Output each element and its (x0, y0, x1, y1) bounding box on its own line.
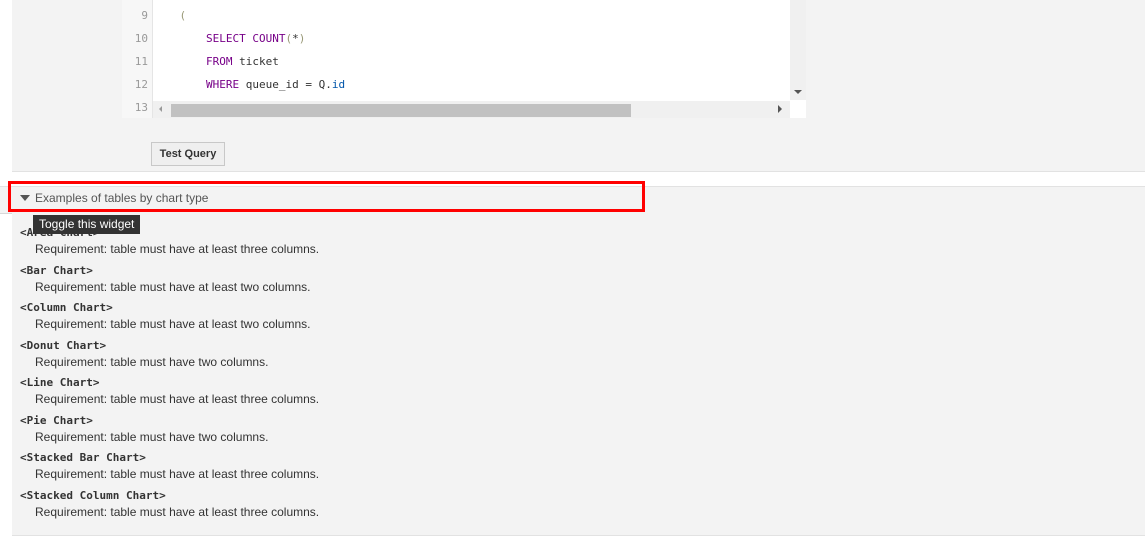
code-line: FROM ticket (153, 55, 279, 68)
chart-type-name: <Stacked Bar Chart> (20, 451, 146, 464)
line-number: 12 (134, 78, 148, 91)
chart-type-name: <Column Chart> (20, 301, 113, 314)
chart-type-requirement: Requirement: table must have at least th… (35, 392, 320, 406)
sql-code-editor[interactable]: 9 10 11 12 13 ( SELECT COUNT(*) FROM ticket … (122, 0, 806, 118)
code-token: ) (298, 32, 306, 45)
scroll-left-arrow-icon[interactable] (159, 106, 162, 112)
line-number: 10 (134, 32, 148, 45)
highlight-box (8, 181, 645, 212)
line-number: 13 (134, 101, 148, 114)
chart-type-entry: <Stacked Column Chart> Requirement: table… (20, 488, 319, 520)
tooltip: Toggle this widget (33, 215, 141, 234)
code-token: FROM (205, 55, 233, 68)
horizontal-scrollbar[interactable] (153, 101, 790, 118)
vertical-scrollbar[interactable] (790, 0, 806, 100)
code-token: ( (179, 9, 187, 22)
chart-type-name: <Line Chart> (20, 376, 100, 389)
scroll-right-arrow-icon[interactable] (778, 105, 782, 113)
chart-type-name: <Pie Chart> (20, 413, 93, 427)
code-token: WHERE (205, 78, 240, 91)
test-query-button[interactable]: Test Query (151, 142, 225, 166)
widget-content: <Area Chart>Requirement: table must have… (12, 212, 1145, 536)
chart-type-entry: <Stacked Bar Chart> Requirement: table mu… (20, 450, 319, 482)
chart-type-requirement: Requirement: table must have at least th… (35, 242, 320, 256)
chart-type-requirement: Requirement: table must have two columns… (35, 429, 269, 444)
horizontal-scroll-thumb[interactable] (171, 104, 631, 117)
chart-type-name: <Donut Chart> (20, 338, 107, 352)
chart-type-requirement: Requirement: table must have at least tw… (35, 317, 311, 331)
chart-type-entry: <Line Chart> Requirement: table must have… (20, 375, 319, 407)
scrollbar-corner (790, 101, 806, 118)
chart-type-name: <Bar Chart> (20, 263, 93, 277)
chart-type-requirement: Requirement: table must have at least tw… (35, 279, 311, 294)
code-token: * (292, 32, 299, 45)
line-number: 9 (141, 9, 148, 22)
code-line: SELECT COUNT(*) (153, 32, 305, 45)
chart-type-requirement: Requirement: table must have at least th… (35, 467, 320, 481)
code-token: queue_id = Q. (239, 78, 332, 91)
code-area[interactable]: ( SELECT COUNT(*) FROM ticket WHERE queu… (153, 0, 806, 100)
line-number-gutter: 9 10 11 12 13 (122, 0, 153, 118)
chart-type-entry: <Pie Chart> Requirement: table must have … (20, 413, 268, 445)
chart-type-requirement: Requirement: table must have two columns… (35, 354, 269, 369)
chart-type-entry: <Donut Chart> Requirement: table must hav… (20, 338, 268, 370)
code-token: ticket (232, 55, 279, 68)
code-token: SELECT COUNT (205, 32, 286, 45)
scroll-down-arrow-icon[interactable] (794, 90, 802, 94)
chart-type-name: <Stacked Column Chart> (20, 488, 166, 502)
code-line: ( (153, 9, 187, 22)
line-number: 11 (134, 55, 148, 68)
code-line: WHERE queue_id = Q.id (153, 78, 345, 91)
chart-type-entry: <Column Chart> Requirement: table must ha… (20, 300, 310, 332)
code-token: id (331, 78, 346, 91)
chart-type-requirement: Requirement: table must have at least th… (35, 504, 320, 519)
chart-type-entry: <Bar Chart> Requirement: table must have … (20, 263, 310, 295)
